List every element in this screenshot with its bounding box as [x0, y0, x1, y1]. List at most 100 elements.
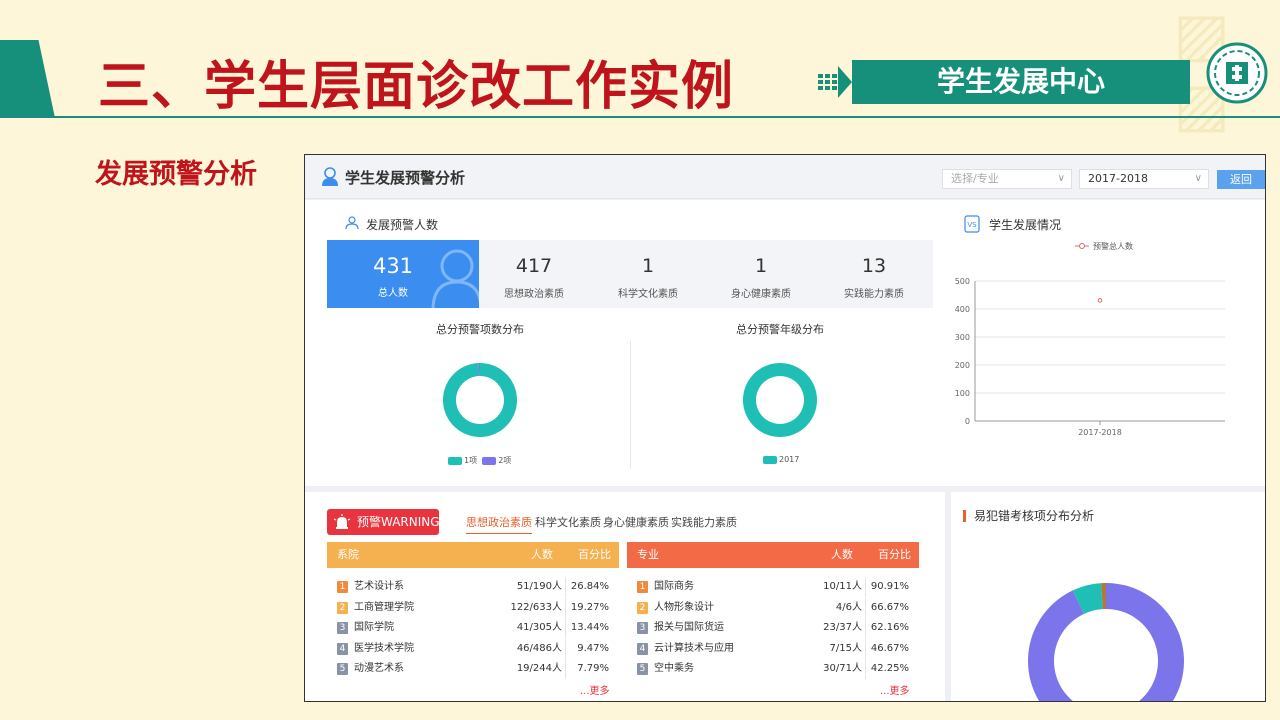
stat-total-card[interactable]: 431 总人数: [327, 240, 479, 308]
rank-badge: 4: [337, 642, 348, 655]
dept-table-header: 系院 人数 百分比: [327, 542, 619, 568]
dept-more-link[interactable]: ...更多: [580, 682, 610, 697]
year-select[interactable]: 2017-2018 ∨: [1079, 169, 1209, 189]
table-row[interactable]: 2 工商管理学院 122/633人 19.27%: [327, 597, 619, 619]
stat-label: 身心健康素质: [731, 289, 791, 300]
x-tick-label: 2017-2018: [1078, 428, 1122, 437]
row-percent: 46.67%: [870, 642, 909, 654]
svg-text:VS: VS: [967, 221, 977, 229]
table-row[interactable]: 4 云计算技术与应用 7/15人 46.67%: [627, 638, 919, 660]
table-row[interactable]: 1 国际商务 10/11人 90.91%: [627, 577, 919, 598]
warning-badge-text: 预警WARNING: [357, 515, 440, 529]
data-point[interactable]: [1097, 298, 1103, 303]
col-header: 专业: [637, 548, 659, 561]
column-divider: [565, 597, 566, 618]
error-analysis-title: 易犯错考核项分布分析: [963, 510, 1094, 522]
slide-title: 三、学生层面诊改工作实例: [98, 57, 735, 117]
legend-label: 2017: [779, 455, 800, 464]
back-button[interactable]: 返回: [1217, 170, 1265, 189]
arrow-icon: [818, 66, 852, 98]
warning-count-label: 发展预警人数: [366, 218, 439, 232]
legend-swatch: [763, 455, 777, 464]
legend-label: 2项: [498, 456, 512, 465]
col-header: 百分比: [578, 548, 611, 561]
stat-practice[interactable]: 13 实践能力素质: [817, 240, 931, 308]
row-name: 国际商务: [654, 581, 694, 592]
table-row[interactable]: 3 报关与国际货运 23/37人 62.16%: [627, 618, 919, 639]
table-row[interactable]: 1 艺术设计系 51/190人 26.84%: [327, 577, 619, 598]
row-name: 报关与国际货运: [654, 622, 724, 633]
row-name: 医学技术学院: [354, 642, 414, 654]
donut-chart-grade: [742, 363, 817, 437]
error-analysis-panel: 易犯错考核项分布分析: [951, 492, 1265, 701]
y-tick-label: 200: [955, 361, 970, 370]
rank-badge: 2: [337, 601, 348, 614]
y-tick-label: 500: [955, 277, 970, 286]
table-row[interactable]: 4 医学技术学院 46/486人 9.47%: [327, 638, 619, 660]
chevron-down-icon: ∨: [1057, 173, 1065, 184]
school-logo: [1206, 42, 1268, 104]
row-count: 23/37人: [823, 622, 862, 633]
alarm-icon: [333, 514, 351, 529]
col-header: 系院: [337, 548, 359, 561]
dashboard-header: 学生发展预警分析 选择/专业 ∨ 2017-2018 ∨ 返回: [305, 155, 1265, 199]
table-row[interactable]: 5 动漫艺术系 19/244人 7.79%: [327, 659, 619, 680]
vs-icon: VS: [964, 215, 980, 233]
major-select-placeholder: 选择/专业: [951, 172, 999, 185]
major-table: 专业 人数 百分比 1 国际商务 10/11人 90.91% 2 人物形象设计 4/6人 66…: [627, 542, 919, 680]
major-table-header: 专业 人数 百分比: [627, 542, 919, 568]
stat-label: 实践能力素质: [844, 289, 904, 300]
row-name: 云计算技术与应用: [654, 642, 734, 654]
row-count: 19/244人: [516, 663, 562, 674]
row-percent: 19.27%: [570, 601, 609, 613]
row-percent: 62.16%: [870, 622, 909, 633]
rank-badge: 2: [637, 601, 648, 614]
row-percent: 26.84%: [570, 581, 609, 592]
row-name: 艺术设计系: [354, 581, 404, 592]
row-percent: 90.91%: [870, 581, 909, 592]
tab-health[interactable]: 身心健康素质: [603, 514, 669, 530]
major-more-link[interactable]: ...更多: [880, 682, 910, 697]
tab-political[interactable]: 思想政治素质: [466, 514, 532, 534]
stat-science[interactable]: 1 科学文化素质: [591, 240, 705, 308]
dashboard-screenshot: 学生发展预警分析 选择/专业 ∨ 2017-2018 ∨ 返回 发展预警人数 4…: [304, 154, 1266, 702]
stat-value: 1: [754, 255, 768, 277]
row-count: 7/15人: [829, 642, 862, 654]
section-subtitle: 发展预警分析: [95, 159, 257, 190]
major-select[interactable]: 选择/专业 ∨: [942, 169, 1072, 189]
major-table-body: 1 国际商务 10/11人 90.91% 2 人物形象设计 4/6人 66.67% 3 报关与国际…: [627, 577, 919, 680]
year-select-value: 2017-2018: [1088, 172, 1148, 185]
stat-political[interactable]: 417 思想政治素质: [477, 240, 591, 308]
rank-badge: 1: [337, 581, 348, 593]
warning-panel: 预警WARNING 思想政治素质 科学文化素质 身心健康素质 实践能力素质 系院…: [305, 492, 945, 701]
row-count: 46/486人: [516, 642, 562, 654]
tab-science[interactable]: 科学文化素质: [535, 514, 601, 530]
chevron-down-icon: ∨: [1194, 173, 1202, 184]
legend-items: 1项 2项: [448, 455, 511, 466]
column-divider: [565, 659, 566, 679]
row-count: 10/11人: [823, 581, 862, 592]
donut-slice[interactable]: [742, 363, 817, 437]
col-header: 人数: [531, 548, 553, 561]
row-name: 空中乘务: [654, 663, 694, 674]
y-tick-label: 0: [965, 417, 970, 426]
stat-value: 1: [641, 255, 655, 277]
rank-badge: 3: [337, 622, 348, 634]
table-row[interactable]: 2 人物形象设计 4/6人 66.67%: [627, 597, 919, 619]
legend-grade: 2017: [763, 455, 799, 464]
dashboard-title: 学生发展预警分析: [345, 169, 466, 187]
tab-practice[interactable]: 实践能力素质: [671, 514, 737, 530]
development-label: 学生发展情况: [989, 218, 1062, 232]
donut-chart-items: [443, 363, 517, 437]
column-divider: [565, 577, 566, 597]
stat-value: 417: [515, 255, 553, 277]
warning-badge: 预警WARNING: [327, 509, 440, 535]
y-tick-label: 400: [955, 305, 970, 314]
legend-marker: [1079, 243, 1085, 249]
row-count: 4/6人: [835, 601, 862, 613]
table-row[interactable]: 5 空中乘务 30/71人 42.25%: [627, 659, 919, 680]
col-header: 人数: [831, 548, 853, 561]
chart-title-grade: 总分预警年级分布: [736, 323, 824, 336]
table-row[interactable]: 3 国际学院 41/305人 13.44%: [327, 618, 619, 639]
stat-health[interactable]: 1 身心健康素质: [704, 240, 818, 308]
